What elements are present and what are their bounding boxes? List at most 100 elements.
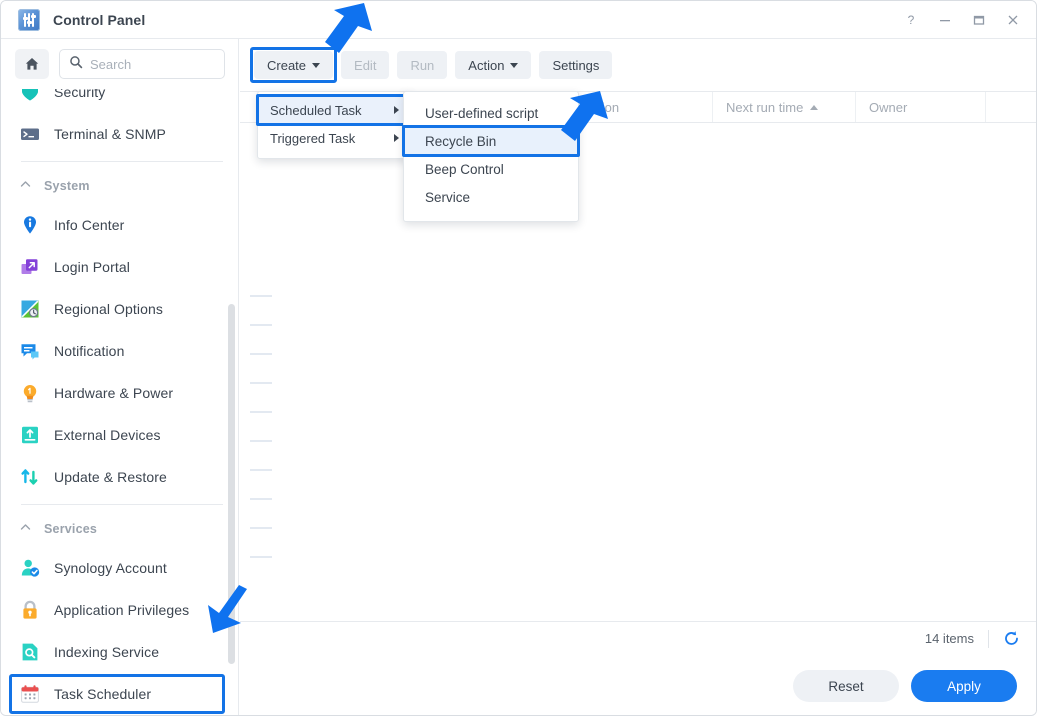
external-devices-icon: [19, 424, 41, 446]
run-button[interactable]: Run: [397, 51, 448, 79]
sidebar-item-hardware-power[interactable]: Hardware & Power: [1, 372, 238, 414]
create-button[interactable]: Create: [254, 51, 334, 79]
sidebar-divider: [21, 504, 223, 505]
chevron-down-icon: [312, 62, 321, 68]
help-button[interactable]: ?: [894, 5, 928, 35]
action-button[interactable]: Action: [455, 51, 532, 79]
search-input[interactable]: [90, 56, 215, 72]
create-menu: Scheduled Task Triggered Task: [256, 91, 413, 159]
sidebar-item-terminal-snmp[interactable]: Terminal & SNMP: [1, 113, 238, 155]
menu-item-label: Beep Control: [425, 161, 504, 177]
menu-item-label: User-defined script: [425, 105, 539, 121]
recycle-bin-menu-item[interactable]: Recycle Bin: [402, 125, 580, 157]
maximize-button[interactable]: [962, 5, 996, 35]
sidebar-item-indexing-service[interactable]: Indexing Service: [1, 631, 238, 673]
chevron-down-icon: [510, 62, 519, 68]
settings-button-label: Settings: [552, 57, 600, 73]
svg-text:?: ?: [908, 13, 915, 27]
sidebar-item-synology-account[interactable]: Synology Account: [1, 547, 238, 589]
column-header-next-run-time[interactable]: Next run time: [713, 92, 856, 122]
footer-actions: Reset Apply: [240, 655, 1036, 715]
sidebar-item-regional-options[interactable]: Regional Options: [1, 288, 238, 330]
sidebar-item-application-privileges[interactable]: Application Privileges: [1, 589, 238, 631]
settings-button[interactable]: Settings: [539, 51, 613, 79]
run-button-label: Run: [410, 57, 435, 73]
lock-icon: [19, 599, 41, 621]
refresh-icon[interactable]: [1003, 630, 1020, 647]
triggered-task-label: Triggered Task: [270, 130, 356, 146]
row-marker: [250, 411, 272, 413]
row-marker: [250, 498, 272, 500]
sidebar-item-label: Application Privileges: [54, 602, 190, 618]
create-button-wrap: Create: [250, 47, 338, 83]
service-menu-item[interactable]: Service: [404, 183, 578, 211]
sidebar-group-system[interactable]: System: [1, 168, 238, 204]
sidebar-item-login-portal[interactable]: Login Portal: [1, 246, 238, 288]
indexing-icon: [19, 641, 41, 663]
sidebar-item-label: Info Center: [54, 217, 125, 233]
chevron-up-icon: [20, 520, 31, 538]
scheduled-task-label: Scheduled Task: [270, 102, 362, 118]
search-box[interactable]: [59, 49, 225, 79]
user-defined-script-menu-item[interactable]: User-defined script: [404, 99, 578, 127]
login-portal-icon: [19, 256, 41, 278]
triggered-task-menu-item[interactable]: Triggered Task: [258, 124, 411, 152]
edit-button-label: Edit: [354, 57, 377, 73]
sidebar-item-label: Hardware & Power: [54, 385, 174, 401]
window-controls: ?: [894, 5, 1036, 35]
sidebar-item-label: Regional Options: [54, 301, 163, 317]
status-divider: [988, 629, 989, 648]
scheduled-task-submenu: User-defined script Recycle Bin Beep Con…: [402, 91, 580, 222]
sidebar-item-security[interactable]: Security: [1, 89, 238, 113]
column-header-owner[interactable]: Owner: [856, 92, 986, 122]
menu-item-label: Service: [425, 189, 471, 205]
column-header-extra[interactable]: [986, 92, 1036, 122]
sidebar-item-task-scheduler[interactable]: Task Scheduler: [1, 673, 238, 715]
apply-button[interactable]: Apply: [911, 670, 1017, 702]
sidebar-group-services[interactable]: Services: [1, 511, 238, 547]
scheduled-task-menu-item[interactable]: Scheduled Task: [256, 94, 413, 126]
title-bar: Control Panel ?: [1, 1, 1036, 39]
sidebar-search-area: [1, 39, 238, 89]
sidebar-scroll-area: Security Terminal & SNMP System Info Cen…: [1, 89, 238, 715]
close-button[interactable]: [996, 5, 1030, 35]
sidebar-item-external-devices[interactable]: External Devices: [1, 414, 238, 456]
control-panel-icon: [18, 8, 40, 31]
sort-ascending-icon: [810, 104, 819, 110]
column-header-label: Owner: [869, 99, 908, 115]
window-title: Control Panel: [53, 11, 146, 28]
reset-button[interactable]: Reset: [793, 670, 899, 702]
row-marker: [250, 353, 272, 355]
sidebar-item-label: Login Portal: [54, 259, 130, 275]
toolbar: Create Edit Run Action Settings: [250, 47, 613, 83]
edit-button[interactable]: Edit: [341, 51, 390, 79]
lightbulb-icon: [19, 382, 41, 404]
beep-control-menu-item[interactable]: Beep Control: [404, 155, 578, 183]
terminal-icon: [19, 123, 41, 145]
sidebar-item-info-center[interactable]: Info Center: [1, 204, 238, 246]
sidebar-item-label: Task Scheduler: [54, 686, 152, 702]
sidebar-item-label: Security: [54, 89, 106, 100]
chevron-right-icon: [394, 134, 399, 142]
row-marker: [250, 382, 272, 384]
sidebar-item-label: Terminal & SNMP: [54, 126, 166, 142]
sidebar-group-label: System: [44, 179, 90, 193]
update-restore-icon: [19, 466, 41, 488]
row-marker: [250, 440, 272, 442]
chevron-right-icon: [394, 106, 399, 114]
sidebar-item-update-restore[interactable]: Update & Restore: [1, 456, 238, 498]
row-marker: [250, 469, 272, 471]
sidebar-scrollbar[interactable]: [228, 304, 235, 664]
notification-icon: [19, 340, 41, 362]
regional-options-icon: [19, 298, 41, 320]
create-button-label: Create: [267, 57, 307, 73]
row-marker: [250, 324, 272, 326]
minimize-button[interactable]: [928, 5, 962, 35]
sidebar-item-notification[interactable]: Notification: [1, 330, 238, 372]
sidebar-divider: [21, 161, 223, 162]
chevron-up-icon: [20, 177, 31, 195]
column-header-action[interactable]: Action: [570, 92, 713, 122]
sidebar: Security Terminal & SNMP: [1, 39, 239, 715]
search-icon: [69, 55, 83, 74]
home-button[interactable]: [15, 49, 49, 79]
